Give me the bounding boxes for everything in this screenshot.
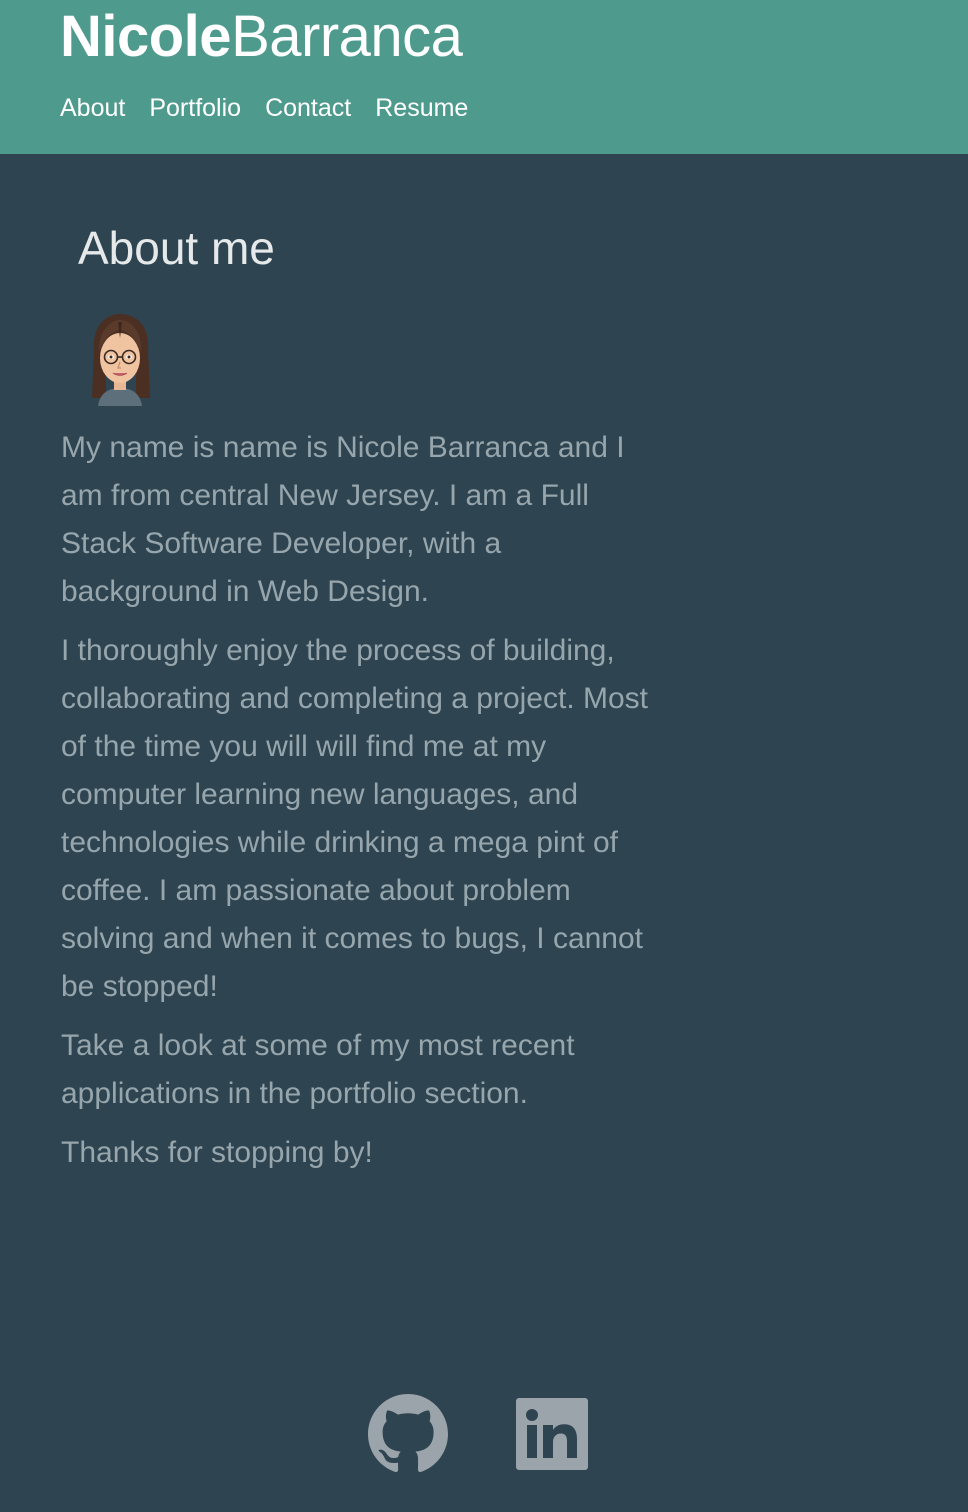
about-paragraph-intro: My name is name is Nicole Barranca and I… xyxy=(61,431,625,608)
main-nav: About Portfolio Contact Resume xyxy=(60,92,468,124)
social-links xyxy=(0,1392,968,1474)
brand-first-name: Nicole xyxy=(60,4,232,69)
about-paragraph-portfolio: Take a look at some of my most recent ap… xyxy=(61,1029,575,1110)
site-header: NicoleBarranca About Portfolio Contact R… xyxy=(0,0,968,154)
nav-link-resume[interactable]: Resume xyxy=(375,92,468,124)
site-brand[interactable]: NicoleBarranca xyxy=(60,2,463,72)
about-paragraph-process: I thoroughly enjoy the process of buildi… xyxy=(61,634,648,1003)
github-icon[interactable] xyxy=(368,1394,448,1474)
nav-link-contact[interactable]: Contact xyxy=(265,92,351,124)
linkedin-icon[interactable] xyxy=(516,1398,588,1470)
about-paragraph-thanks: Thanks for stopping by! xyxy=(61,1136,373,1169)
nav-link-about[interactable]: About xyxy=(60,92,125,124)
page-title: About me xyxy=(78,222,275,274)
brand-last-name: Barranca xyxy=(231,4,463,69)
about-content: My name is name is Nicole Barranca and I… xyxy=(61,424,661,1188)
avatar xyxy=(92,314,150,406)
nav-link-portfolio[interactable]: Portfolio xyxy=(149,92,241,124)
